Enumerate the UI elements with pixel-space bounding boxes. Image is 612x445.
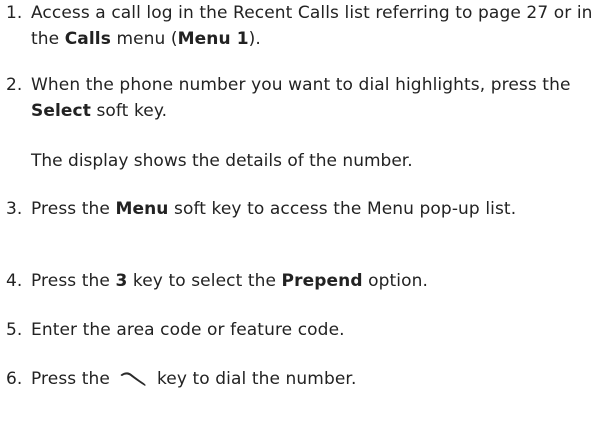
- menu-key-term: Menu: [115, 199, 169, 219]
- step-text-part: Press the: [31, 369, 116, 389]
- menu-number-term: Menu 1: [177, 29, 249, 49]
- step-text-part: key to select the: [127, 271, 282, 291]
- step-number: 3.: [6, 199, 23, 219]
- step-number: 4.: [6, 271, 23, 291]
- calls-menu-term: Calls: [64, 29, 111, 49]
- step-text: Press the Menu soft key to access the Me…: [31, 196, 606, 222]
- step-4: 4. Press the 3 key to select the Prepend…: [6, 268, 606, 294]
- step-text: Press the key to dial the number.: [31, 366, 606, 392]
- step-number: 6.: [6, 369, 23, 389]
- step-3: 3. Press the Menu soft key to access the…: [6, 196, 606, 222]
- step-5: 5. Enter the area code or feature code.: [6, 317, 606, 343]
- step-1: 1. Access a call log in the Recent Calls…: [6, 0, 606, 52]
- step-text-part: soft key to access the Menu pop-up list.: [168, 199, 517, 219]
- step-text-part: When the phone number you want to dial h…: [31, 75, 571, 95]
- step-number: 1.: [6, 3, 23, 23]
- select-key-term: Select: [31, 101, 91, 121]
- step-text-part: key to dial the number.: [151, 369, 357, 389]
- step-text: Press the 3 key to select the Prepend op…: [31, 268, 606, 294]
- step-text-part: ).: [248, 29, 261, 49]
- step-text-part: soft key.: [90, 101, 168, 121]
- step-text-part: menu (: [110, 29, 178, 49]
- step-text: Enter the area code or feature code.: [31, 317, 606, 343]
- step-6: 6. Press the key to dial the number.: [6, 366, 606, 392]
- step-text: Access a call log in the Recent Calls li…: [31, 0, 606, 52]
- send-key-icon: [121, 372, 147, 386]
- step-text-part: Enter the area code or feature code.: [31, 320, 345, 340]
- step-number: 2.: [6, 75, 23, 95]
- step-2: 2. When the phone number you want to dia…: [6, 72, 606, 124]
- step-text-part: Press the: [31, 199, 116, 219]
- step-text-part: Press the: [31, 271, 116, 291]
- step-text-part: option.: [362, 271, 428, 291]
- display-note: The display shows the details of the num…: [31, 151, 413, 171]
- key-3-term: 3: [115, 271, 128, 291]
- step-text: When the phone number you want to dial h…: [31, 72, 606, 124]
- prepend-option-term: Prepend: [281, 271, 363, 291]
- step-number: 5.: [6, 320, 23, 340]
